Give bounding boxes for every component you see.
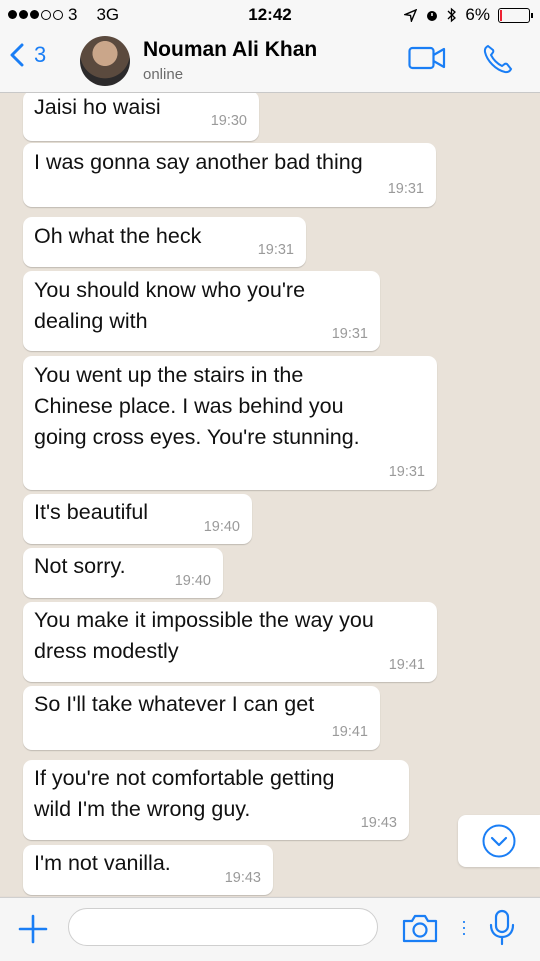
message-bubble[interactable]: I was gonna say another bad thing 19:31 (23, 143, 436, 207)
message-text: I was gonna say another bad thing (34, 150, 363, 174)
message-time: 19:43 (224, 870, 261, 886)
message-composer: · · · (0, 897, 540, 961)
microphone-icon (489, 909, 515, 946)
voice-call-button[interactable] (482, 43, 514, 80)
message-text: You went up the stairs in the Chinese pl… (34, 363, 360, 449)
phone-icon (483, 44, 513, 74)
message-time: 19:40 (174, 573, 211, 589)
plus-icon (18, 914, 48, 944)
message-bubble[interactable]: Jaisi ho waisi 19:30 (23, 93, 259, 141)
back-button[interactable]: 3 (10, 42, 46, 68)
message-time: 19:41 (388, 657, 425, 673)
message-bubble[interactable]: Not sorry. 19:40 (23, 548, 223, 598)
message-bubble[interactable]: You went up the stairs in the Chinese pl… (23, 356, 437, 490)
message-text: You should know who you're dealing with (34, 278, 306, 333)
message-time: 19:40 (203, 519, 240, 535)
message-text: If you're not comfortable getting wild I… (34, 766, 335, 821)
status-bar: 3 3G 12:42 6% (0, 0, 540, 30)
status-icons: 6% (404, 5, 533, 25)
location-arrow-icon (404, 8, 418, 22)
message-time: 19:43 (360, 815, 397, 831)
message-time: 19:41 (331, 724, 368, 740)
message-input[interactable] (68, 908, 378, 946)
contact-status: online (143, 66, 184, 83)
message-bubble[interactable]: If you're not comfortable getting wild I… (23, 760, 409, 840)
camera-icon (402, 914, 438, 943)
message-time: 19:30 (210, 113, 247, 129)
message-text: Oh what the heck (34, 224, 202, 248)
message-text: I'm not vanilla. (34, 851, 171, 875)
message-text: Jaisi ho waisi (34, 95, 161, 119)
battery-icon (498, 7, 533, 23)
message-text: Not sorry. (34, 554, 126, 578)
camera-button[interactable] (401, 912, 439, 949)
message-text: So I'll take whatever I can get (34, 692, 315, 716)
scroll-to-bottom-button[interactable] (458, 815, 540, 867)
message-text: You make it impossible the way you dress… (34, 608, 374, 663)
contact-name[interactable]: Nouman Ali Khan (143, 38, 317, 62)
battery-percent: 6% (465, 5, 490, 24)
chat-header: 3 Nouman Ali Khan online (0, 30, 540, 93)
message-time: 19:31 (331, 326, 368, 342)
more-options-icon[interactable]: · · · (461, 912, 467, 942)
avatar[interactable] (80, 36, 130, 86)
message-time: 19:31 (257, 242, 294, 258)
bluetooth-icon (447, 7, 457, 23)
unread-count: 3 (34, 42, 47, 67)
message-bubble[interactable]: Oh what the heck 19:31 (23, 217, 306, 267)
alarm-icon (427, 11, 438, 21)
message-bubble[interactable]: I'm not vanilla. 19:43 (23, 845, 273, 895)
video-camera-icon (408, 46, 446, 70)
message-bubble[interactable]: It's beautiful 19:40 (23, 494, 252, 544)
message-time: 19:31 (388, 464, 425, 480)
attach-button[interactable] (17, 913, 49, 950)
scroll-down-icon (482, 824, 516, 858)
video-call-button[interactable] (408, 46, 446, 75)
message-text: It's beautiful (34, 500, 149, 524)
message-bubble[interactable]: So I'll take whatever I can get 19:41 (23, 686, 380, 750)
message-time: 19:31 (387, 181, 424, 197)
message-list[interactable]: Jaisi ho waisi 19:30 I was gonna say ano… (0, 93, 540, 896)
message-bubble[interactable]: You should know who you're dealing with … (23, 271, 380, 351)
microphone-button[interactable] (487, 909, 517, 952)
back-chevron-icon (10, 43, 24, 67)
message-bubble[interactable]: You make it impossible the way you dress… (23, 602, 437, 682)
